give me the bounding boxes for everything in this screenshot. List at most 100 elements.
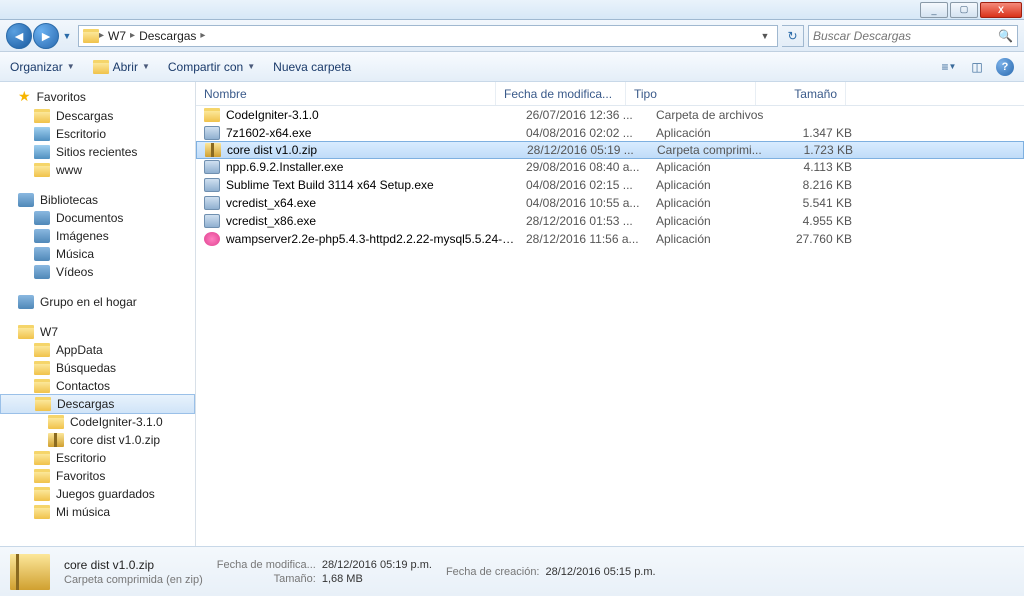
nav-tree-item[interactable]: AppData <box>0 341 195 359</box>
nav-library-item[interactable]: Música <box>0 245 195 263</box>
recent-icon <box>34 145 50 159</box>
favorites-header[interactable]: ★Favoritos <box>0 86 195 107</box>
library-icon <box>18 193 34 207</box>
homegroup-header[interactable]: Grupo en el hogar <box>0 293 195 311</box>
computer-header[interactable]: W7 <box>0 323 195 341</box>
navigation-pane[interactable]: ★Favoritos Descargas Escritorio Sitios r… <box>0 82 196 546</box>
file-size: 4.955 KB <box>778 214 860 228</box>
column-name[interactable]: Nombre <box>196 82 496 105</box>
new-folder-button[interactable]: Nueva carpeta <box>273 60 351 74</box>
folder-icon <box>34 343 50 357</box>
organize-menu[interactable]: Organizar▼ <box>10 60 75 74</box>
nav-library-item[interactable]: Documentos <box>0 209 195 227</box>
open-menu[interactable]: Abrir▼ <box>93 60 150 74</box>
file-date: 04/08/2016 10:55 a... <box>518 196 648 210</box>
folder-icon <box>34 469 50 483</box>
videos-icon <box>34 265 50 279</box>
nav-tree-subitem[interactable]: core dist v1.0.zip <box>0 431 195 449</box>
music-icon <box>34 247 50 261</box>
breadcrumb-item[interactable]: Descargas <box>135 29 200 43</box>
file-type: Aplicación <box>648 160 778 174</box>
file-type: Carpeta de archivos <box>648 108 778 122</box>
app-icon <box>204 126 220 140</box>
minimize-button[interactable]: _ <box>920 2 948 18</box>
nav-tree-item[interactable]: Juegos guardados <box>0 485 195 503</box>
star-icon: ★ <box>18 88 31 105</box>
file-name: vcredist_x64.exe <box>226 196 518 210</box>
nav-tree-subitem[interactable]: CodeIgniter-3.1.0 <box>0 413 195 431</box>
file-list[interactable]: CodeIgniter-3.1.026/07/2016 12:36 ...Car… <box>196 106 1024 546</box>
preview-pane-button[interactable]: ◫ <box>968 58 986 76</box>
file-size: 8.216 KB <box>778 178 860 192</box>
search-input[interactable] <box>813 29 998 43</box>
file-name: wampserver2.2e-php5.4.3-httpd2.2.22-mysq… <box>226 232 518 246</box>
nav-tree-item[interactable]: Favoritos <box>0 467 195 485</box>
file-row[interactable]: npp.6.9.2.Installer.exe29/08/2016 08:40 … <box>196 158 1024 176</box>
file-row[interactable]: Sublime Text Build 3114 x64 Setup.exe04/… <box>196 176 1024 194</box>
file-type: Aplicación <box>648 126 778 140</box>
nav-favorites-item[interactable]: www <box>0 161 195 179</box>
file-row[interactable]: vcredist_x86.exe28/12/2016 01:53 ...Apli… <box>196 212 1024 230</box>
nav-tree-item[interactable]: Contactos <box>0 377 195 395</box>
nav-favorites-item[interactable]: Descargas <box>0 107 195 125</box>
app-icon <box>204 160 220 174</box>
close-button[interactable]: X <box>980 2 1022 18</box>
view-menu[interactable]: ≡ ▼ <box>940 58 958 76</box>
maximize-button[interactable]: ▢ <box>950 2 978 18</box>
details-mod-label: Fecha de modifica... <box>217 559 316 571</box>
navigation-bar: ◄ ► ▼ ▸ W7 ▸ Descargas ▸ ▼ ↻ 🔍 <box>0 20 1024 52</box>
file-row[interactable]: core dist v1.0.zip28/12/2016 05:19 ...Ca… <box>196 141 1024 159</box>
nav-favorites-item[interactable]: Escritorio <box>0 125 195 143</box>
refresh-button[interactable]: ↻ <box>782 25 804 47</box>
file-date: 28/12/2016 05:19 ... <box>519 143 649 157</box>
details-create-label: Fecha de creación: <box>446 566 540 578</box>
search-box[interactable]: 🔍 <box>808 25 1018 47</box>
column-size[interactable]: Tamaño <box>756 82 846 105</box>
breadcrumb[interactable]: ▸ W7 ▸ Descargas ▸ ▼ <box>78 25 778 47</box>
file-size: 5.541 KB <box>778 196 860 210</box>
file-row[interactable]: CodeIgniter-3.1.026/07/2016 12:36 ...Car… <box>196 106 1024 124</box>
pink-icon <box>204 232 220 246</box>
forward-button[interactable]: ► <box>33 23 59 49</box>
folder-icon <box>34 451 50 465</box>
column-date[interactable]: Fecha de modifica... <box>496 82 626 105</box>
file-name: vcredist_x86.exe <box>226 214 518 228</box>
breadcrumb-dropdown[interactable]: ▼ <box>757 31 773 41</box>
folder-icon <box>34 487 50 501</box>
nav-tree-item[interactable]: Búsquedas <box>0 359 195 377</box>
breadcrumb-item[interactable]: W7 <box>104 29 130 43</box>
folder-icon <box>83 29 99 43</box>
folder-icon <box>34 379 50 393</box>
desktop-icon <box>34 127 50 141</box>
nav-tree-item[interactable]: Escritorio <box>0 449 195 467</box>
file-date: 04/08/2016 02:15 ... <box>518 178 648 192</box>
file-row[interactable]: vcredist_x64.exe04/08/2016 10:55 a...Apl… <box>196 194 1024 212</box>
details-pane: core dist v1.0.zip Carpeta comprimida (e… <box>0 546 1024 596</box>
nav-tree-item-descargas[interactable]: Descargas <box>0 394 195 414</box>
zip-icon <box>10 554 50 590</box>
history-dropdown[interactable]: ▼ <box>60 31 74 41</box>
nav-library-item[interactable]: Vídeos <box>0 263 195 281</box>
search-icon[interactable]: 🔍 <box>998 29 1013 43</box>
nav-library-item[interactable]: Imágenes <box>0 227 195 245</box>
file-name: core dist v1.0.zip <box>227 143 519 157</box>
share-menu[interactable]: Compartir con▼ <box>168 60 255 74</box>
nav-tree-item[interactable]: Mi música <box>0 503 195 521</box>
libraries-header[interactable]: Bibliotecas <box>0 191 195 209</box>
file-view: Nombre Fecha de modifica... Tipo Tamaño … <box>196 82 1024 546</box>
details-subtitle: Carpeta comprimida (en zip) <box>64 574 203 586</box>
file-row[interactable]: wampserver2.2e-php5.4.3-httpd2.2.22-mysq… <box>196 230 1024 248</box>
back-button[interactable]: ◄ <box>6 23 32 49</box>
column-headers: Nombre Fecha de modifica... Tipo Tamaño <box>196 82 1024 106</box>
file-row[interactable]: 7z1602-x64.exe04/08/2016 02:02 ...Aplica… <box>196 124 1024 142</box>
nav-favorites-item[interactable]: Sitios recientes <box>0 143 195 161</box>
file-size: 4.113 KB <box>778 160 860 174</box>
file-name: Sublime Text Build 3114 x64 Setup.exe <box>226 178 518 192</box>
help-button[interactable]: ? <box>996 58 1014 76</box>
breadcrumb-separator: ▸ <box>200 30 205 41</box>
file-type: Aplicación <box>648 214 778 228</box>
details-filename: core dist v1.0.zip <box>64 558 203 572</box>
file-type: Carpeta comprimi... <box>649 143 779 157</box>
column-type[interactable]: Tipo <box>626 82 756 105</box>
file-size: 1.723 KB <box>779 143 861 157</box>
